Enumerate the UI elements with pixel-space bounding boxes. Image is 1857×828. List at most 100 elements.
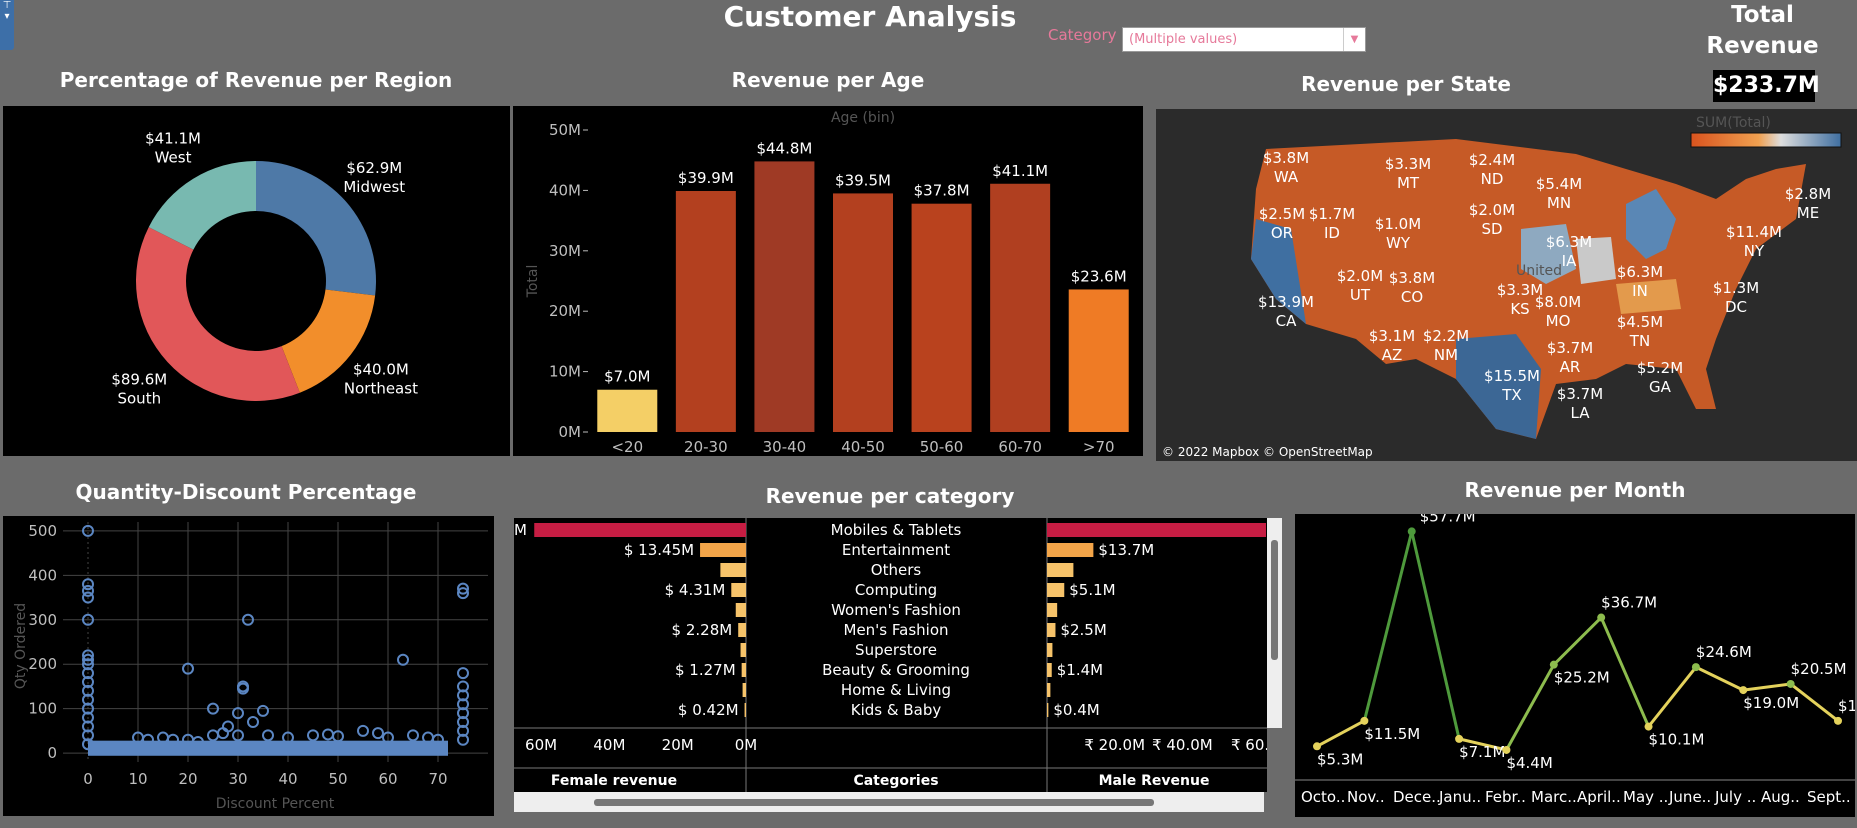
month-point (1834, 716, 1842, 725)
month-x-tick-label: Aug.. (1761, 788, 1800, 806)
male-value-label: $0.4M (1053, 701, 1099, 719)
scatter-point (257, 704, 269, 717)
scrollbar-thumb[interactable] (1271, 540, 1278, 660)
female-x-tick-label: 0M (735, 736, 758, 754)
male-value-label: $5.1M (1069, 581, 1115, 599)
scatter-point (457, 667, 469, 680)
category-name-label: Computing (855, 581, 937, 599)
state-value-label: $3.7M (1557, 385, 1603, 403)
state-code-label: MN (1547, 194, 1571, 212)
state-code-label: WY (1386, 234, 1411, 252)
category-name-label: Beauty & Grooming (822, 661, 970, 679)
month-point (1407, 527, 1416, 536)
month-x-tick-label: Sept.. (1807, 788, 1851, 806)
chevron-down-icon[interactable]: ▼ (1343, 28, 1365, 51)
scatter-y-tick-label: 0 (47, 744, 57, 762)
month-point (1739, 686, 1748, 695)
age-chart-title: Revenue per Age (731, 68, 925, 92)
age-x-tick-label: 50-60 (920, 438, 964, 456)
state-map[interactable]: SUM(Total)United$3.8MWA$2.5MOR$13.9MCA$1… (1156, 109, 1857, 461)
age-bar-value-label: $44.8M (756, 139, 812, 157)
total-revenue-title-line1: Total (1731, 2, 1794, 28)
slice-name-label: Northeast (344, 380, 418, 398)
age-x-tick-label: 20-30 (684, 438, 728, 456)
state-code-label: TX (1501, 386, 1521, 404)
category-name-label: Home & Living (841, 681, 951, 699)
month-value-label: $7.1M (1459, 743, 1505, 761)
scrollbar-thumb[interactable] (594, 799, 1154, 806)
scatter-x-tick-label: 20 (178, 770, 197, 788)
state-code-label: KS (1510, 300, 1529, 318)
male-x-tick-label: ₹ 60. (1231, 736, 1267, 754)
state-code-label: SD (1481, 220, 1502, 238)
month-x-tick-label: June.. (1668, 788, 1711, 806)
age-chart-panel: Age (bin) Total 0M 10M 20M 30M 40M 50M $7.0M <20 $… (513, 106, 1143, 456)
state-value-label: $2.2M (1423, 327, 1469, 345)
female-value-label: $ 0.42M (678, 701, 739, 719)
female-value-label: $ 1.27M (675, 661, 736, 679)
female-value-label: $ 2.28M (672, 621, 733, 639)
male-value-label: $1.4M (1057, 661, 1103, 679)
category-filter-label: Category (1048, 26, 1117, 44)
state-code-label: AR (1560, 358, 1581, 376)
slice-value-label: $89.6M (111, 370, 167, 388)
scatter-x-tick-label: 70 (428, 770, 447, 788)
age-x-tick-label: 30-40 (763, 438, 807, 456)
scatter-y-tick-label: 500 (28, 522, 57, 540)
age-y-tick-label: 10M (549, 363, 581, 381)
month-value-label: $24.6M (1696, 643, 1752, 661)
category-vertical-scrollbar[interactable] (1267, 518, 1282, 728)
scatter-x-tick-label: 50 (328, 770, 347, 788)
state-value-label: $13.9M (1258, 293, 1314, 311)
age-y-tick-label: 0M (559, 423, 582, 441)
male-axis-title: Male Revenue (1099, 773, 1210, 789)
month-chart-title: Revenue per Month (1464, 478, 1686, 502)
category-name-label: Men's Fashion (844, 621, 949, 639)
category-name-label: Women's Fashion (831, 601, 961, 619)
state-code-label: ID (1324, 224, 1340, 242)
state-code-label: CO (1401, 288, 1423, 306)
scatter-chart-title: Quantity-Discount Percentage (75, 480, 417, 504)
state-map-panel[interactable]: SUM(Total) United $3.8M WA $2.5M OR $13.9M CA $1… (1156, 109, 1857, 461)
categories-axis-title: Categories (853, 773, 938, 789)
female-revenue-bar (700, 543, 746, 557)
region-chart-title: Percentage of Revenue per Region (59, 68, 453, 92)
scatter-x-tick-label: 40 (278, 770, 297, 788)
state-value-label: $3.3M (1385, 155, 1431, 173)
male-revenue-bar (1047, 603, 1058, 617)
scatter-point (247, 716, 259, 728)
state-code-label: OR (1271, 224, 1293, 242)
male-revenue-bar (1047, 523, 1266, 537)
state-code-label: LA (1571, 404, 1591, 422)
month-line-segment (1647, 666, 1698, 728)
month-line-segment (1552, 616, 1603, 666)
map-legend-bar (1690, 132, 1842, 148)
scatter-x-tick-label: 60 (378, 770, 397, 788)
total-revenue-title: Total Revenue (1680, 0, 1845, 62)
state-value-label: $2.0M (1337, 267, 1383, 285)
category-name-label: Others (871, 561, 922, 579)
scatter-point (357, 724, 369, 737)
age-bar-value-label: $7.0M (604, 368, 650, 386)
male-revenue-bar (1047, 623, 1056, 637)
state-code-label: IN (1632, 282, 1648, 300)
female-revenue-bar (735, 603, 746, 617)
state-value-label: $1.7M (1309, 205, 1355, 223)
male-value-label: $13.7M (1098, 541, 1154, 559)
month-line-segment (1410, 531, 1461, 740)
slice-name-label: Midwest (343, 178, 405, 196)
age-bar-value-label: $23.6M (1071, 267, 1127, 285)
state-code-label: DC (1725, 298, 1747, 316)
age-bar (754, 161, 815, 432)
female-revenue-bar (742, 683, 746, 697)
category-horizontal-scrollbar[interactable] (514, 792, 1264, 812)
male-revenue-bar (1047, 683, 1051, 697)
month-point (1644, 722, 1653, 731)
pin-icon[interactable]: ⊤ ▾ (0, 0, 14, 50)
scatter-point (322, 728, 334, 741)
category-filter-select[interactable]: (Multiple values) ▼ (1122, 27, 1366, 52)
scatter-point (307, 729, 319, 742)
age-column-header: Age (bin) (831, 110, 895, 126)
state-value-label: $15.5M (1484, 367, 1540, 385)
slice-name-label: West (155, 149, 192, 167)
